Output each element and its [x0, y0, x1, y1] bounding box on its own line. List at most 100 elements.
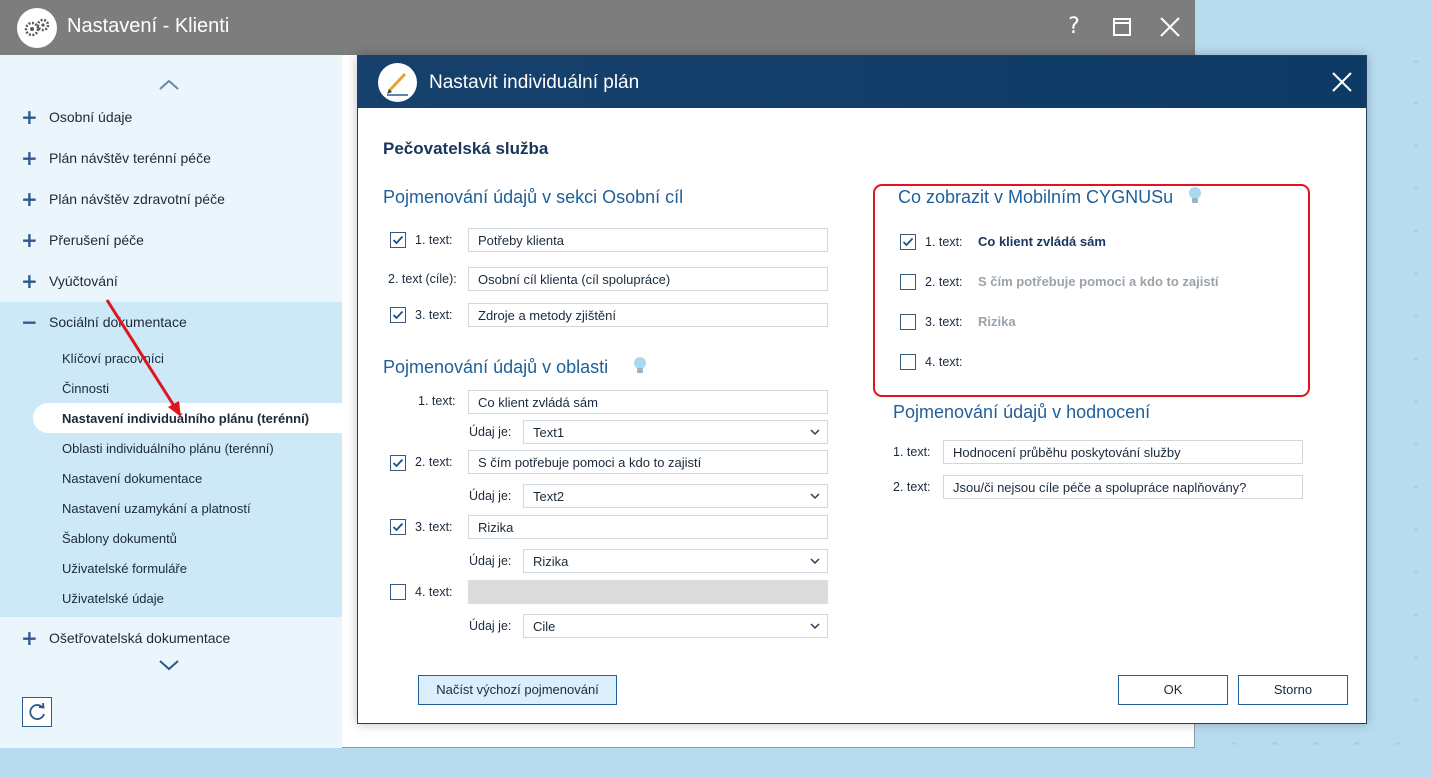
- chevron-down-icon: [810, 493, 820, 500]
- dialog-header: Nastavit individuální plán: [358, 56, 1366, 108]
- background-chevron: ⌃: [1410, 228, 1422, 244]
- area-text4-input[interactable]: [468, 580, 828, 604]
- minus-icon: −: [21, 310, 38, 334]
- personal-goal-text1-checkbox[interactable]: [390, 232, 406, 248]
- personal-goal-text3-checkbox[interactable]: [390, 307, 406, 323]
- field-label: 2. text:: [925, 275, 963, 289]
- background-chevron: ⌃: [1410, 58, 1422, 74]
- evaluation-text2-input[interactable]: Jsou/či nejsou cíle péče a spolupráce na…: [943, 475, 1303, 499]
- help-button[interactable]: ?: [1059, 12, 1089, 42]
- sidebar-item-socialni-dokumentace[interactable]: − Sociální dokumentace: [0, 302, 342, 343]
- sidebar-subitem-label: Klíčoví pracovníci: [62, 351, 164, 366]
- sidebar-subitem[interactable]: Uživatelské údaje: [33, 583, 342, 613]
- background-chevron: ⌃: [1310, 740, 1322, 756]
- maximize-button[interactable]: [1107, 12, 1137, 42]
- background-chevron: ⌃: [1410, 142, 1422, 158]
- sidebar-item-plan-navstev-zdravotni[interactable]: + Plán návštěv zdravotní péče: [0, 179, 342, 220]
- sidebar-item-label: Osobní údaje: [49, 109, 133, 125]
- sidebar-item-osobni-udaje[interactable]: + Osobní údaje: [0, 97, 342, 138]
- personal-goal-text2-input[interactable]: Osobní cíl klienta (cíl spolupráce): [468, 267, 828, 291]
- area-text4-checkbox[interactable]: [390, 584, 406, 600]
- evaluation-heading: Pojmenování údajů v hodnocení: [893, 402, 1151, 422]
- data-type-label: Údaj je:: [469, 619, 512, 633]
- area-text4-select[interactable]: Cile: [523, 614, 828, 638]
- sidebar-subitem-label: Uživatelské údaje: [62, 591, 164, 606]
- chevron-down-icon: [810, 558, 820, 565]
- mobile-text3-value: Rizika: [978, 314, 1016, 329]
- background-chevron: ⌃: [1410, 100, 1422, 116]
- personal-goal-text1-input[interactable]: Potřeby klienta: [468, 228, 828, 252]
- checkmark-icon: [902, 237, 914, 247]
- mobile-text2-value: S čím potřebuje pomoci a kdo to zajistí: [978, 274, 1219, 289]
- background-chevron: ⌃: [1410, 398, 1422, 414]
- sidebar-item-osetrovatelska-dokumentace[interactable]: + Ošetřovatelská dokumentace: [0, 618, 342, 659]
- close-icon: [1160, 17, 1180, 37]
- lightbulb-icon: [1189, 187, 1201, 203]
- ok-button[interactable]: OK: [1118, 675, 1228, 705]
- mobile-text4-checkbox[interactable]: [900, 354, 916, 370]
- background-chevron: ⌃: [1410, 356, 1422, 372]
- background-chevron: ⌃: [1410, 568, 1422, 584]
- evaluation-text1-input[interactable]: Hodnocení průběhu poskytování služby: [943, 440, 1303, 464]
- sidebar-group-socialni-dokumentace: − Sociální dokumentace Klíčoví pracovníc…: [0, 302, 342, 617]
- sidebar-item-vyuctovani[interactable]: + Vyúčtování: [0, 261, 342, 302]
- cancel-button[interactable]: Storno: [1238, 675, 1348, 705]
- pencil-icon: [378, 63, 417, 102]
- background-chevron: ⌃: [1410, 612, 1422, 628]
- sidebar-item-preruseni-pece[interactable]: + Přerušení péče: [0, 220, 342, 261]
- sidebar-item-label: Plán návštěv zdravotní péče: [49, 191, 225, 207]
- area-text3-input[interactable]: Rizika: [468, 515, 828, 539]
- area-text1-select[interactable]: Text1: [523, 420, 828, 444]
- scroll-down-chevron-icon[interactable]: [156, 655, 182, 675]
- field-label: 2. text:: [893, 480, 931, 494]
- chevron-down-icon: [810, 429, 820, 436]
- sidebar-subitem[interactable]: Šablony dokumentů: [33, 523, 342, 553]
- background-chevron: ⌃: [1410, 270, 1422, 286]
- close-icon: [1332, 72, 1352, 92]
- mobile-text1-checkbox[interactable]: [900, 234, 916, 250]
- sidebar-subitem[interactable]: Činnosti: [33, 373, 342, 403]
- area-text3-select[interactable]: Rizika: [523, 549, 828, 573]
- refresh-button[interactable]: [22, 697, 52, 727]
- sidebar-subitem[interactable]: Nastavení dokumentace: [33, 463, 342, 493]
- sidebar-subitem-label: Nastavení uzamykání a platností: [62, 501, 251, 516]
- select-value: Text2: [533, 489, 565, 504]
- sidebar-subitem-label: Nastavení dokumentace: [62, 471, 203, 486]
- sidebar-subitem-label: Činnosti: [62, 381, 109, 396]
- title-bar: Nastavení - Klienti ?: [0, 0, 1195, 55]
- background-chevron: ⌃: [1410, 312, 1422, 328]
- sidebar-item-plan-navstev-terenni[interactable]: + Plán návštěv terénní péče: [0, 138, 342, 179]
- area-text3-checkbox[interactable]: [390, 519, 406, 535]
- checkmark-icon: [392, 310, 404, 320]
- area-text1-input[interactable]: Co klient zvládá sám: [468, 390, 828, 414]
- personal-goal-text3-input[interactable]: Zdroje a metody zjištění: [468, 303, 828, 327]
- scroll-up-chevron-icon[interactable]: [156, 75, 182, 95]
- sidebar-subitem[interactable]: Nastavení uzamykání a platností: [33, 493, 342, 523]
- sidebar-subitem-label: Nastavení individuálního plánu (terénní): [62, 411, 310, 426]
- checkmark-icon: [392, 458, 404, 468]
- maximize-icon: [1113, 18, 1131, 36]
- dialog-title: Nastavit individuální plán: [429, 72, 640, 93]
- field-label: 1. text:: [415, 233, 453, 247]
- field-label: 4. text:: [415, 585, 453, 599]
- load-default-names-button[interactable]: Načíst výchozí pojmenování: [418, 675, 617, 705]
- field-label: 2. text:: [415, 455, 453, 469]
- area-text2-input[interactable]: S čím potřebuje pomoci a kdo to zajistí: [468, 450, 828, 474]
- gears-icon: [17, 8, 57, 48]
- area-text2-checkbox[interactable]: [390, 455, 406, 471]
- area-heading: Pojmenování údajů v oblasti: [383, 357, 609, 377]
- sidebar-item-label: Ošetřovatelská dokumentace: [49, 630, 231, 646]
- area-text2-select[interactable]: Text2: [523, 484, 828, 508]
- close-button[interactable]: [1155, 12, 1185, 42]
- dialog-close-button[interactable]: [1328, 68, 1356, 96]
- sidebar-subitem-active[interactable]: Nastavení individuálního plánu (terénní): [33, 403, 342, 433]
- sidebar-subitem-label: Uživatelské formuláře: [62, 561, 187, 576]
- mobile-text2-checkbox[interactable]: [900, 274, 916, 290]
- field-label: 3. text:: [415, 520, 453, 534]
- sidebar-item-label: Sociální dokumentace: [49, 314, 187, 330]
- sidebar-subitem[interactable]: Klíčoví pracovníci: [33, 343, 342, 373]
- sidebar-subitem[interactable]: Uživatelské formuláře: [33, 553, 342, 583]
- mobile-text3-checkbox[interactable]: [900, 314, 916, 330]
- background-chevron: ⌃: [1410, 654, 1422, 670]
- sidebar-subitem[interactable]: Oblasti individuálního plánu (terénní): [33, 433, 342, 463]
